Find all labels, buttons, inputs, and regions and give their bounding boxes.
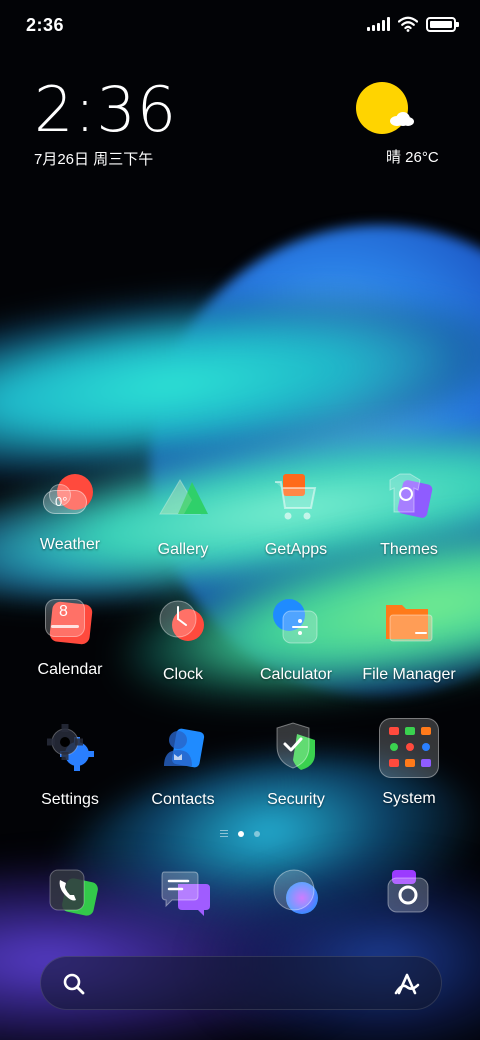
- status-bar: 2:36: [0, 0, 480, 50]
- search-bar[interactable]: [40, 956, 442, 1010]
- folder-mini-icons: [389, 727, 431, 767]
- phone-icon: [49, 869, 98, 916]
- gallery-icon: [159, 479, 208, 515]
- app-settings[interactable]: Settings: [15, 722, 125, 809]
- app-label: Gallery: [157, 541, 209, 558]
- clock-date: 7月26日 周三下午: [34, 151, 154, 168]
- dock-camera[interactable]: [380, 864, 440, 924]
- clock-icon: [159, 600, 204, 641]
- app-label: Security: [267, 791, 325, 808]
- page-indicator[interactable]: [0, 830, 480, 837]
- messages-icon: [161, 871, 210, 916]
- contacts-icon: [164, 728, 205, 768]
- app-system-folder[interactable]: System: [354, 718, 464, 808]
- page-list-icon[interactable]: [220, 830, 228, 837]
- clock-widget[interactable]: 2:36 7月26日 周三下午: [34, 78, 177, 169]
- app-weather[interactable]: 0° Weather: [15, 472, 125, 554]
- dock-messages[interactable]: [156, 864, 216, 924]
- browser-icon: [273, 869, 318, 914]
- app-file-manager[interactable]: File Manager: [354, 597, 464, 684]
- themes-icon: [389, 473, 433, 518]
- app-label: Calendar: [37, 661, 103, 678]
- app-clock[interactable]: Clock: [128, 597, 238, 684]
- status-icons: [367, 16, 459, 32]
- app-gallery[interactable]: Gallery: [128, 472, 238, 559]
- calculator-icon: [273, 599, 318, 644]
- file-manager-icon: [386, 605, 433, 642]
- battery-level: [430, 20, 452, 28]
- app-label: Weather: [39, 536, 101, 553]
- calendar-badge: 8: [59, 603, 68, 620]
- wifi-icon: [398, 16, 418, 32]
- sun-cloud-icon: [356, 82, 408, 134]
- app-security[interactable]: Security: [241, 722, 351, 809]
- page-dot-active[interactable]: [238, 830, 244, 837]
- assistant-icon[interactable]: [393, 971, 421, 997]
- app-label: File Manager: [362, 666, 456, 683]
- app-contacts[interactable]: Contacts: [128, 722, 238, 809]
- app-label: Themes: [380, 541, 438, 558]
- app-calendar[interactable]: 8 Calendar: [15, 597, 125, 679]
- app-themes[interactable]: Themes: [354, 472, 464, 559]
- status-time: 2:36: [26, 15, 65, 35]
- weather-text: 晴 26°C: [386, 149, 439, 166]
- cloud-icon: [390, 112, 416, 126]
- page-dot[interactable]: [254, 830, 260, 837]
- camera-icon: [387, 870, 429, 913]
- search-icon[interactable]: [63, 973, 85, 995]
- dock-phone[interactable]: [44, 864, 104, 924]
- system-folder-icon: [379, 718, 439, 778]
- app-label: Contacts: [151, 791, 215, 808]
- settings-icon: [47, 724, 94, 771]
- app-label: Clock: [162, 666, 203, 683]
- app-calculator[interactable]: Calculator: [241, 597, 351, 684]
- app-label: Settings: [41, 791, 99, 808]
- calendar-icon: 8: [43, 597, 97, 651]
- security-icon: [276, 722, 315, 770]
- clock-time: 2:36: [34, 73, 178, 146]
- dock-browser[interactable]: [268, 864, 328, 924]
- app-getapps[interactable]: GetApps: [241, 472, 351, 559]
- weather-badge: 0°: [55, 494, 68, 509]
- app-label: System: [382, 790, 436, 807]
- battery-icon: [426, 16, 459, 32]
- app-label: Calculator: [259, 666, 333, 683]
- getapps-icon: [275, 474, 317, 520]
- weather-icon: 0°: [43, 472, 97, 526]
- signal-icon: [367, 17, 390, 31]
- app-label: GetApps: [264, 541, 328, 558]
